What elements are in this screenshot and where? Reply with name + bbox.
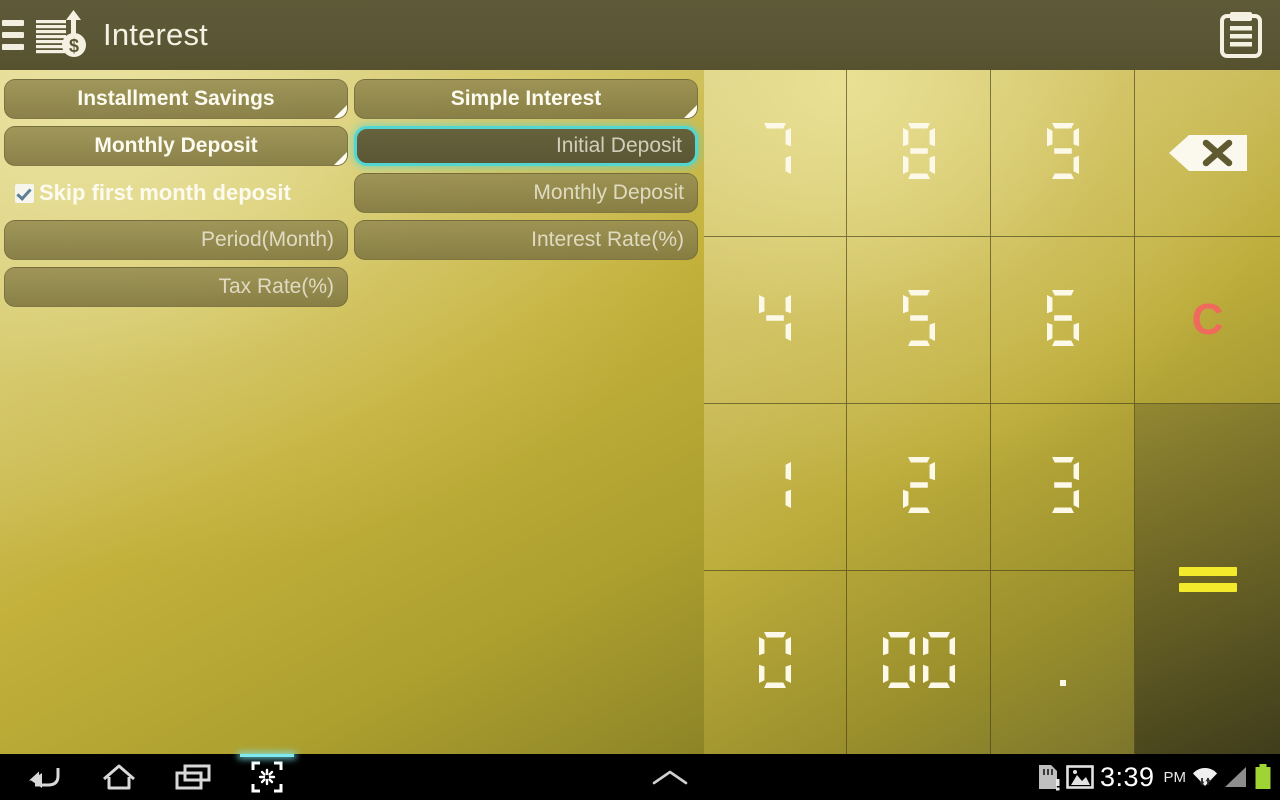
equals-icon [1178, 560, 1237, 599]
interest-coins-dollar-icon: $ [34, 10, 90, 60]
key-double-zero[interactable] [847, 571, 991, 754]
app-header: $ Interest [0, 0, 1280, 70]
equals-bar [1178, 566, 1237, 576]
key-5-label [902, 289, 935, 351]
key-7-label [759, 122, 791, 184]
key-9-label [1046, 122, 1079, 184]
key-decimal[interactable] [991, 571, 1135, 754]
spinner-caret-icon [334, 152, 347, 165]
wifi-icon [1193, 768, 1217, 786]
sdcard-alert-icon [1038, 765, 1060, 791]
skip-first-month-checkbox[interactable]: Skip first month deposit [4, 173, 348, 213]
android-navigation-bar: 3:39 PM [0, 754, 1280, 800]
interest-rate-field[interactable]: Interest Rate(%) [354, 220, 698, 260]
skip-first-month-label: Skip first month deposit [39, 180, 291, 205]
monthly-deposit-field[interactable]: Monthly Deposit [354, 173, 698, 213]
initial-deposit-placeholder: Initial Deposit [555, 134, 682, 157]
form-cell-left: Installment Savings [4, 79, 348, 119]
nav-buttons [8, 754, 304, 800]
form-cell-right: Simple Interest [354, 79, 698, 119]
key-decimal-label [1058, 632, 1068, 693]
key-3-label [1047, 456, 1079, 518]
key-double-zero-label [882, 632, 955, 693]
status-clock: 3:39 [1099, 761, 1155, 792]
deposit-type-spinner[interactable]: Monthly Deposit [4, 126, 348, 166]
key-9[interactable] [991, 70, 1135, 237]
form-row: Tax Rate(%) [4, 267, 700, 307]
key-equals[interactable] [1135, 404, 1280, 754]
monthly-deposit-placeholder: Monthly Deposit [533, 181, 684, 204]
form-cell-left: Tax Rate(%) [4, 267, 348, 307]
hamburger-bar [2, 44, 24, 50]
form-row: Skip first month deposit Monthly Deposit [4, 173, 700, 213]
status-ampm: PM [1163, 768, 1187, 786]
key-1-label [759, 457, 791, 518]
tax-rate-field[interactable]: Tax Rate(%) [4, 267, 348, 307]
key-3[interactable] [991, 404, 1135, 571]
form-cell-right: Interest Rate(%) [354, 220, 698, 260]
key-7[interactable] [704, 70, 847, 237]
equals-bar [1178, 582, 1237, 592]
hamburger-bar [2, 20, 24, 26]
period-month-placeholder: Period(Month) [200, 228, 334, 251]
period-month-field[interactable]: Period(Month) [4, 220, 348, 260]
interest-type-spinner-label: Simple Interest [450, 86, 602, 110]
svg-text:$: $ [69, 36, 79, 56]
interest-type-spinner[interactable]: Simple Interest [354, 79, 698, 119]
form-row: Period(Month) Interest Rate(%) [4, 220, 700, 260]
key-backspace[interactable] [1135, 70, 1280, 237]
product-type-spinner[interactable]: Installment Savings [4, 79, 348, 119]
home-icon[interactable] [82, 754, 156, 800]
key-0-label [759, 632, 791, 693]
form-cell-left: Skip first month deposit [4, 173, 348, 213]
form-cell-right: Monthly Deposit [354, 173, 698, 213]
form-cell-left: Monthly Deposit [4, 126, 348, 166]
key-2[interactable] [847, 404, 991, 571]
deposit-type-spinner-label: Monthly Deposit [94, 133, 258, 157]
form-cell-right: Initial Deposit [354, 126, 698, 166]
recent-apps-icon[interactable] [156, 754, 230, 800]
battery-icon [1255, 764, 1271, 789]
key-4[interactable] [704, 237, 847, 404]
form-cell-left: Period(Month) [4, 220, 348, 260]
signal-icon [1225, 767, 1246, 787]
hamburger-bar [2, 32, 24, 38]
back-icon[interactable] [8, 754, 82, 800]
initial-deposit-field[interactable]: Initial Deposit [354, 126, 698, 166]
key-0[interactable] [704, 571, 847, 754]
key-6-label [1046, 289, 1079, 351]
numeric-keypad: C [704, 70, 1280, 754]
tax-rate-placeholder: Tax Rate(%) [218, 275, 334, 298]
spinner-caret-icon [334, 105, 347, 118]
product-type-spinner-label: Installment Savings [77, 86, 275, 110]
backspace-icon [1168, 135, 1247, 171]
key-clear-label: C [1191, 295, 1224, 344]
form-row: Installment Savings Simple Interest [4, 79, 700, 119]
image-icon [1066, 765, 1094, 789]
app-root: $ Interest Installment Savings Simple In… [0, 0, 1280, 800]
interest-rate-placeholder: Interest Rate(%) [531, 228, 684, 251]
checkbox-checked-icon[interactable] [15, 183, 34, 203]
navbar-expand[interactable] [304, 767, 1036, 787]
page-title: Interest [103, 17, 208, 52]
key-8[interactable] [847, 70, 991, 237]
chevron-up-icon [652, 770, 688, 785]
key-clear[interactable]: C [1135, 237, 1280, 404]
form-grid: Installment Savings Simple Interest Mont… [0, 70, 704, 314]
clipboard-notes-icon[interactable] [1214, 8, 1268, 62]
screenshot-capture-icon[interactable] [230, 754, 304, 800]
form-row: Monthly Deposit Initial Deposit [4, 126, 700, 166]
key-4-label [759, 290, 791, 351]
key-6[interactable] [991, 237, 1135, 404]
key-1[interactable] [704, 404, 847, 571]
status-area[interactable]: 3:39 PM [1036, 762, 1272, 793]
key-8-label [902, 122, 935, 184]
key-2-label [902, 456, 935, 518]
key-5[interactable] [847, 237, 991, 404]
interest-form-panel: Installment Savings Simple Interest Mont… [0, 70, 704, 754]
spinner-caret-icon [684, 105, 697, 118]
hamburger-menu-icon[interactable] [2, 17, 24, 53]
form-cell-empty [354, 267, 698, 307]
